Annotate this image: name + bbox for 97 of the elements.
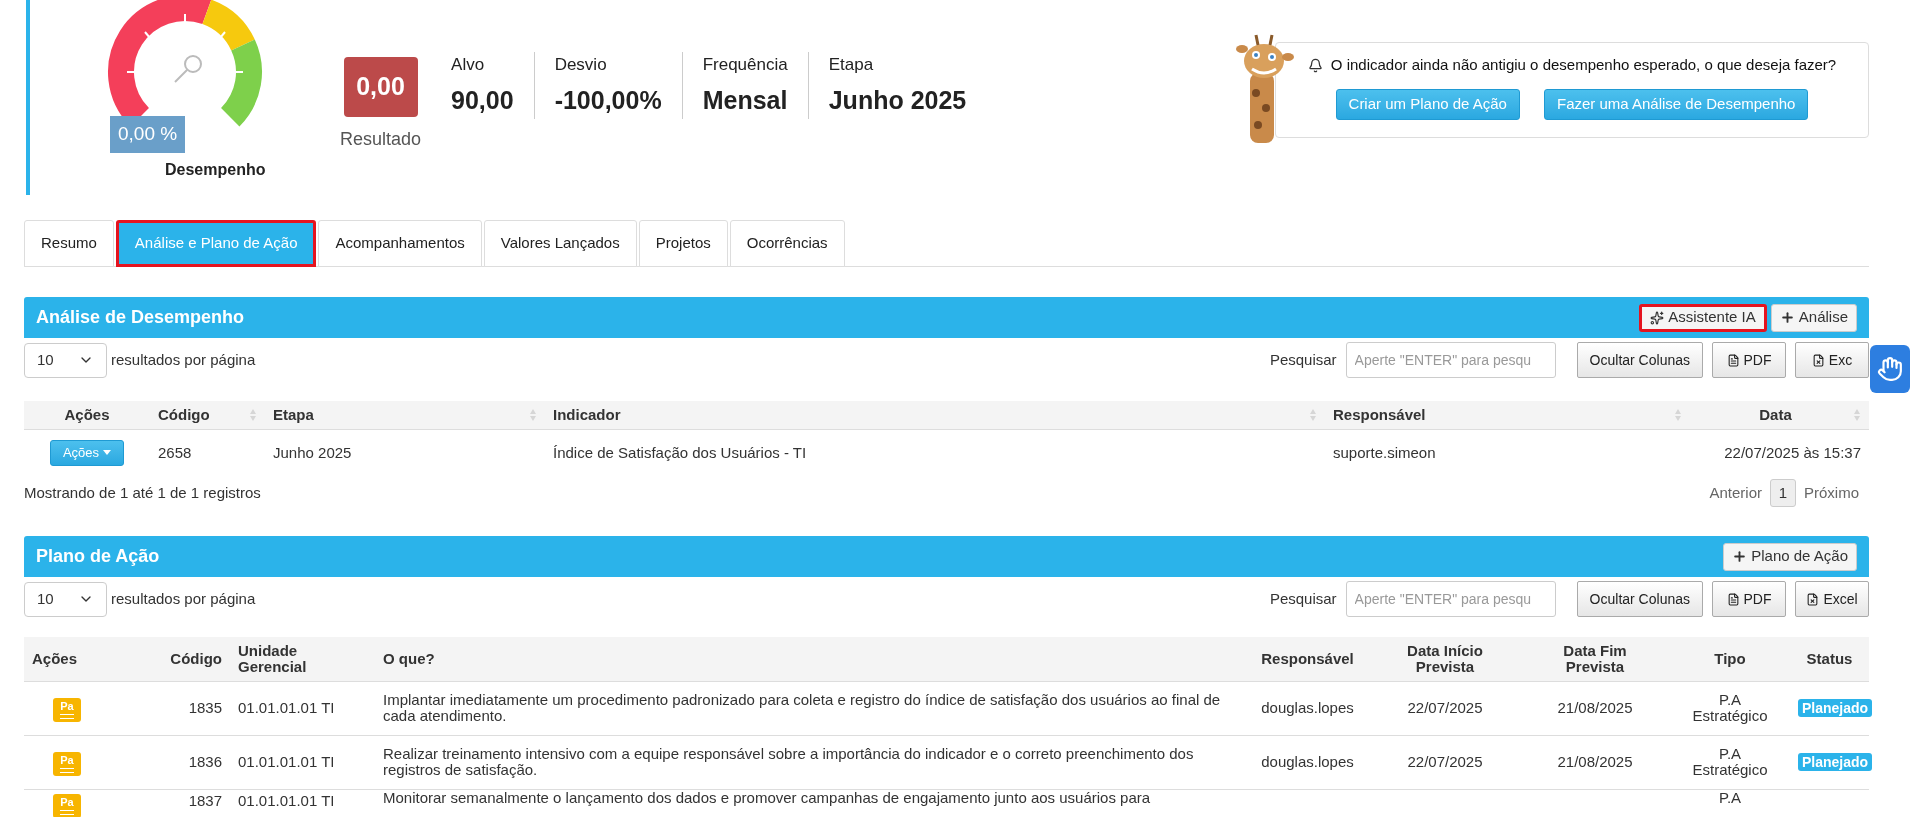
- sort-icon: [1674, 407, 1682, 422]
- panel-title: Plano de Ação: [36, 545, 160, 568]
- result-value: 0,00: [343, 57, 418, 117]
- gauge-label: Desempenho: [165, 160, 266, 180]
- stat-value: -100,00%: [554, 84, 662, 116]
- column-header: Código: [158, 404, 210, 425]
- gauge-reading: 0,00 %: [110, 116, 186, 153]
- page-size-label: resultados por página: [111, 588, 256, 609]
- export-button[interactable]: PDF: [1712, 342, 1786, 378]
- spreadsheet-icon: [1811, 353, 1825, 367]
- stat-label: Desvio: [554, 54, 608, 76]
- table-cell: Índice de Satisfação dos Usuários - TI: [553, 443, 807, 461]
- tab[interactable]: Resumo: [24, 220, 114, 267]
- table-cell: 01.01.01.01 TI: [238, 791, 335, 809]
- sign-language-button[interactable]: [1870, 345, 1910, 393]
- column-header: Unidade Gerencial: [238, 642, 308, 675]
- status-badge: Planejado: [1798, 752, 1873, 771]
- table-cell: 21/08/2025: [1557, 698, 1633, 716]
- table-cell: 01.01.01.01 TI: [238, 698, 335, 716]
- page-size-label: resultados por página: [111, 349, 256, 370]
- column-header: Ações: [64, 404, 110, 425]
- tab[interactable]: Acompanhamentos: [318, 220, 482, 267]
- header-button[interactable]: Análise: [1770, 303, 1857, 332]
- search-field[interactable]: Aperte "ENTER" para pesqu: [1345, 342, 1556, 378]
- table-cell: 22/07/2025: [1407, 698, 1483, 716]
- search-label: Pesquisar: [1269, 349, 1337, 370]
- sort-icon: [249, 407, 257, 422]
- column-header: O que?: [383, 649, 435, 667]
- pdf-icon: [1726, 353, 1740, 367]
- export-button[interactable]: Ocultar Colunas: [1576, 342, 1703, 378]
- column-header: Data: [1759, 404, 1792, 425]
- table-cell: 22/07/2025 às 15:37: [1724, 443, 1861, 461]
- caret-icon: [103, 450, 112, 456]
- records-info: Mostrando de 1 até 1 de 1 registros: [24, 482, 261, 503]
- column-header: Status: [1806, 649, 1853, 667]
- tab[interactable]: Valores Lançados: [483, 220, 637, 267]
- tab[interactable]: Ocorrências: [729, 220, 845, 267]
- column-header: Ações: [32, 649, 78, 667]
- column-header: Indicador: [553, 404, 621, 425]
- stat-value: Mensal: [702, 84, 788, 116]
- header-button[interactable]: Assistente IA: [1639, 303, 1767, 332]
- stat-label: Alvo: [451, 54, 486, 76]
- next-link[interactable]: Próximo: [1804, 481, 1859, 505]
- sort-icon: [529, 407, 537, 422]
- table-cell-text: P.A: [1717, 789, 1743, 806]
- column-header: Etapa: [273, 404, 314, 425]
- page-button[interactable]: 1: [1770, 479, 1796, 507]
- status-badge: Planejado: [1798, 698, 1873, 717]
- column-header: Data Fim Prevista: [1562, 642, 1628, 675]
- export-button[interactable]: Ocultar Colunas: [1576, 581, 1703, 617]
- stat-value: 90,00: [451, 84, 514, 116]
- stat-value: Junho 2025: [828, 84, 967, 116]
- sort-icon: [1309, 407, 1317, 422]
- table-cell-text: P.A Estratégico: [1691, 692, 1769, 724]
- table-cell: 1835: [188, 698, 222, 716]
- table-cell: 1837: [188, 791, 222, 809]
- hand-icon: [1877, 356, 1903, 382]
- stat-label: Frequência: [702, 54, 788, 76]
- table-cell: douglas.lopes: [1261, 752, 1354, 770]
- table-cell: Implantar imediatamente um procedimento padronizado para coleta e registro do índice de satisfação dos usuários ao final de cada atendimento.: [383, 691, 1221, 724]
- table-cell: douglas.lopes: [1261, 698, 1354, 716]
- page-size-select[interactable]: 10: [24, 342, 107, 378]
- table-cell: Monitorar semanalmente o lançamento dos dados e promover campanhas de engajamento junto aos usuários para: [383, 788, 1151, 806]
- sparkles-icon: [1650, 310, 1665, 325]
- column-header: Tipo: [1714, 649, 1746, 667]
- table-cell: 01.01.01.01 TI: [238, 752, 335, 770]
- column-header: Data Início Prevista: [1406, 642, 1484, 675]
- alert-message: O indicador ainda não antigiu o desempenho esperado, o que deseja fazer?: [1330, 55, 1837, 75]
- table-cell: 22/07/2025: [1407, 752, 1483, 770]
- tab[interactable]: Projetos: [638, 220, 728, 267]
- plus-icon: [1779, 310, 1795, 325]
- previous-link[interactable]: Anterior: [1709, 481, 1762, 505]
- pdf-icon: [1726, 592, 1740, 606]
- export-button[interactable]: Excel: [1795, 581, 1869, 617]
- table-cell: 21/08/2025: [1557, 752, 1633, 770]
- page-size-select[interactable]: 10: [24, 581, 107, 617]
- search-label: Pesquisar: [1269, 588, 1337, 609]
- column-header: Responsável: [1261, 649, 1354, 667]
- search-field[interactable]: Aperte "ENTER" para pesqu: [1345, 581, 1556, 617]
- column-header: Código: [170, 649, 222, 667]
- table-cell-text: P.A Estratégico: [1691, 746, 1769, 778]
- stat-label: Etapa: [828, 54, 875, 76]
- table-cell: 1836: [188, 752, 222, 770]
- table-cell: Realizar treinamento intensivo com a equipe responsável sobre a importância do indicador e o correto preenchimento dos registros de satisfação.: [383, 745, 1194, 778]
- table-cell: Junho 2025: [273, 443, 352, 461]
- column-header: Responsável: [1333, 404, 1426, 425]
- export-button[interactable]: PDF: [1712, 581, 1786, 617]
- table-cell: suporte.simeon: [1333, 443, 1436, 461]
- spreadsheet-icon: [1806, 592, 1820, 606]
- bell-icon: [1307, 57, 1323, 73]
- plus-icon: [1732, 549, 1748, 564]
- sort-icon: [1853, 407, 1861, 422]
- table-cell: 2658: [158, 443, 192, 461]
- result-label: Resultado: [340, 128, 422, 151]
- header-button[interactable]: Plano de Ação: [1723, 542, 1857, 571]
- panel-title: Análise de Desempenho: [36, 306, 245, 329]
- export-button[interactable]: Exc: [1795, 342, 1869, 378]
